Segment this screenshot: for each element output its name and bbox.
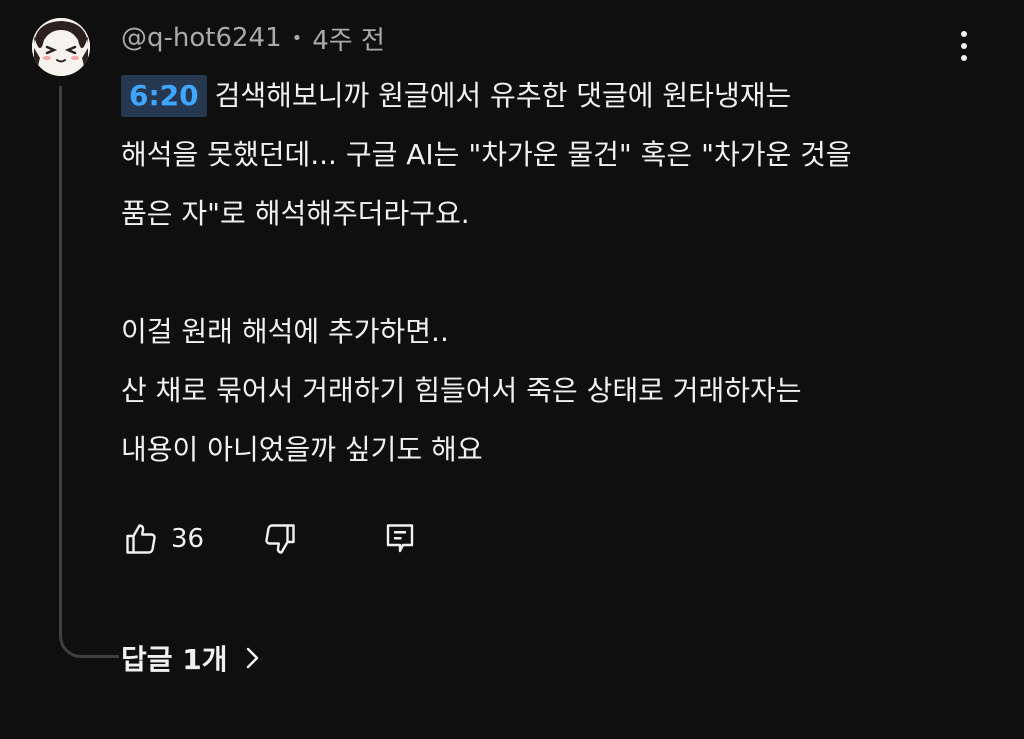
comment-thread: @q-hot6241 • 4주 전 6:20 검색해보니까 원글에서 유추한 댓글… <box>0 0 1024 739</box>
view-replies-button[interactable]: 답글 1개 <box>121 636 264 680</box>
more-actions-button[interactable] <box>946 26 982 66</box>
replies-label: 답글 1개 <box>121 643 228 676</box>
avatar[interactable] <box>32 18 90 76</box>
vertical-ellipsis-icon-dot <box>961 55 967 61</box>
thread-connector-line <box>59 86 119 658</box>
comment-line-blank <box>121 243 981 302</box>
comment-line: 내용이 아니었을까 싶기도 해요 <box>121 433 483 466</box>
timestamp-link[interactable]: 6:20 <box>121 75 207 117</box>
reply-button[interactable] <box>380 519 420 559</box>
comment-header: @q-hot6241 • 4주 전 <box>121 20 385 56</box>
vertical-ellipsis-icon <box>961 31 967 37</box>
comment-body: 6:20 검색해보니까 원글에서 유추한 댓글에 원타냉재는 해석을 못했던데..… <box>121 66 981 479</box>
comment-line: 6:20 검색해보니까 원글에서 유추한 댓글에 원타냉재는 <box>121 66 981 125</box>
comment-time[interactable]: 4주 전 <box>312 20 385 57</box>
comment-line: 산 채로 묶어서 거래하기 힘들어서 죽은 상태로 거래하자는 <box>121 374 802 407</box>
thumbs-down-icon <box>265 524 295 554</box>
chevron-right-icon <box>246 647 258 669</box>
avatar-image <box>32 18 90 76</box>
comment-line: 이걸 원래 해석에 추가하면.. <box>121 315 449 348</box>
dislike-button[interactable] <box>260 519 300 559</box>
vertical-ellipsis-icon-dot <box>961 43 967 49</box>
meta-separator: • <box>291 27 303 49</box>
comment-line-text: 검색해보니까 원글에서 유추한 댓글에 원타냉재는 <box>214 79 792 112</box>
like-count: 36 <box>171 524 205 554</box>
comment-actions: 36 <box>121 516 420 562</box>
thumbs-up-icon <box>126 524 156 554</box>
comment-line: 해석을 못했던데... 구글 AI는 "차가운 물건" 혹은 "차가운 것을 <box>121 138 852 171</box>
comment-line: 품은 자"로 해석해주더라구요. <box>121 197 470 230</box>
like-button[interactable] <box>121 519 161 559</box>
reply-icon <box>386 524 414 553</box>
author-handle[interactable]: @q-hot6241 <box>121 23 282 53</box>
